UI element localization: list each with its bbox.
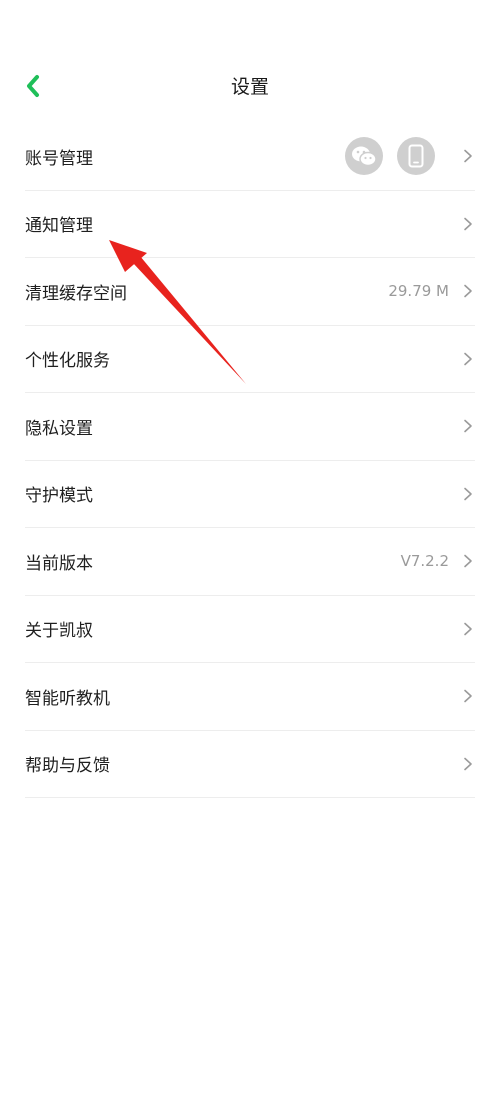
settings-page: 设置 账号管理 通知管理 清理缓存空间 29.79 M 个性化服务 隐私设置 守… [0,0,500,1111]
settings-item-cache[interactable]: 清理缓存空间 29.79 M [25,258,475,326]
chevron-right-icon [464,487,472,501]
settings-item-notification[interactable]: 通知管理 [25,191,475,258]
settings-item-label: 守护模式 [25,486,93,507]
settings-item-label: 个性化服务 [25,351,110,372]
settings-item-privacy[interactable]: 隐私设置 [25,393,475,461]
settings-item-label: 通知管理 [25,216,93,237]
chevron-right-icon [464,757,472,771]
settings-item-label: 关于凯叔 [25,621,93,642]
cache-size-value: 29.79 M [388,282,449,301]
page-title: 设置 [230,76,269,98]
chevron-right-icon [464,419,472,433]
header: 设置 [0,60,500,112]
chevron-right-icon [464,554,472,568]
chevron-right-icon [464,689,472,703]
settings-item-account[interactable]: 账号管理 [25,123,475,191]
chevron-right-icon [464,284,472,298]
settings-item-label: 当前版本 [25,553,93,574]
phone-icon [397,137,435,176]
chevron-right-icon [464,622,472,636]
settings-item-label: 清理缓存空间 [25,283,127,304]
version-value: V7.2.2 [400,552,449,571]
settings-item-personalization[interactable]: 个性化服务 [25,326,475,393]
chevron-right-icon [464,149,472,163]
settings-item-label: 隐私设置 [25,418,93,439]
settings-item-label: 账号管理 [25,148,93,169]
settings-list: 账号管理 通知管理 清理缓存空间 29.79 M 个性化服务 隐私设置 守护模式… [25,123,475,798]
settings-item-version[interactable]: 当前版本 V7.2.2 [25,528,475,596]
settings-item-label: 智能听教机 [25,688,110,709]
wechat-icon [345,137,383,176]
chevron-right-icon [464,217,472,231]
settings-item-about[interactable]: 关于凯叔 [25,596,475,663]
settings-item-device[interactable]: 智能听教机 [25,663,475,731]
settings-item-feedback[interactable]: 帮助与反馈 [25,731,475,798]
bound-accounts [331,137,435,176]
chevron-right-icon [464,352,472,366]
settings-item-label: 帮助与反馈 [25,756,110,777]
settings-item-guardian[interactable]: 守护模式 [25,461,475,528]
